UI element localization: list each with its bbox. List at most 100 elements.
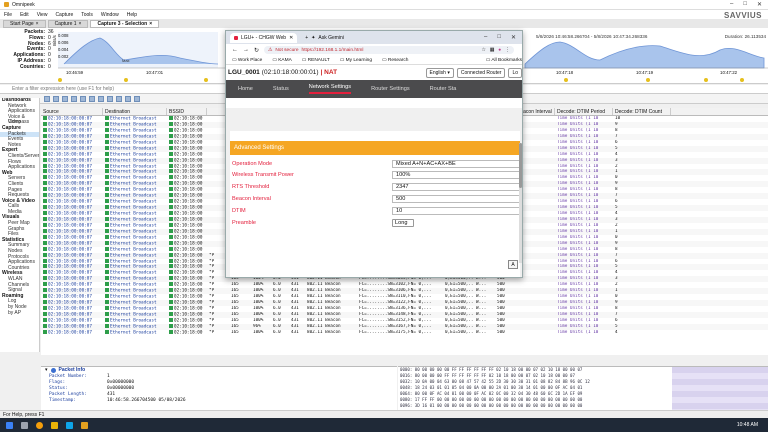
profile-icon[interactable]: ●: [498, 48, 501, 53]
bookmark-item[interactable]: ▭ My Learning: [340, 58, 372, 63]
setting-input[interactable]: Mixed A+N+AC+AX+BE: [392, 159, 520, 168]
toolbar-button[interactable]: [53, 95, 59, 102]
back-icon[interactable]: ←: [232, 47, 238, 53]
toolbar-button[interactable]: [125, 95, 131, 102]
bookmark-star-icon[interactable]: ☆: [481, 48, 485, 53]
cell-text: 7: [615, 252, 618, 258]
app-icon[interactable]: [81, 421, 88, 429]
event-dot[interactable]: [124, 78, 128, 82]
apply-button[interactable]: A: [508, 260, 518, 269]
menu-item-capture[interactable]: Capture: [55, 12, 73, 18]
menu-icon[interactable]: ⋮: [505, 48, 510, 53]
section-header: Advanced Settings: [230, 141, 520, 155]
toolbar-button[interactable]: [89, 95, 95, 102]
event-dot[interactable]: [58, 78, 62, 82]
event-dot[interactable]: [646, 78, 650, 82]
toolbar-button[interactable]: [134, 95, 140, 102]
extension-icon[interactable]: ▦: [490, 48, 495, 53]
maximize-icon[interactable]: □: [497, 34, 501, 41]
router-nav-network-settings[interactable]: Network Settings: [308, 84, 352, 94]
filter-input[interactable]: Enter a filter expression here (use F1 f…: [12, 86, 114, 92]
mail-icon[interactable]: [66, 421, 73, 429]
event-dot[interactable]: [564, 78, 568, 82]
menu-item-tools[interactable]: Tools: [81, 12, 93, 18]
table-row[interactable]: 02:10:18:00:00:07 Ethernet Broadcast 02:10…: [41, 329, 768, 336]
close-tab-icon[interactable]: ×: [79, 21, 82, 27]
doc-tab[interactable]: Start Page ×: [3, 19, 46, 28]
column-header[interactable]: BSSID: [167, 108, 207, 115]
minimize-icon[interactable]: –: [484, 34, 487, 41]
column-header[interactable]: Decode: DTIM Count: [613, 108, 671, 115]
setting-input[interactable]: 2347: [392, 182, 520, 191]
menu-item-view[interactable]: View: [37, 12, 48, 18]
cell-text: Ethernet Broadcast: [110, 223, 157, 229]
maximize-icon[interactable]: □: [743, 1, 747, 8]
browser-tab-active[interactable]: LGU+ - CHGW Web ✕: [230, 32, 298, 43]
toolbar-button[interactable]: [80, 95, 86, 102]
bookmark-item[interactable]: ▭ KAMA: [272, 58, 291, 63]
address-bar[interactable]: ⚠ Not secure https://192.168.1.1/main.ht…: [264, 46, 514, 54]
router-nav-router-settings[interactable]: Router Settings: [371, 86, 410, 92]
sidebar-item[interactable]: by AP: [0, 310, 39, 317]
browser-icon[interactable]: [36, 421, 43, 429]
bookmark-item[interactable]: ▭ RENAULT: [302, 58, 330, 63]
node-icon: [43, 121, 47, 126]
close-icon[interactable]: ✕: [757, 1, 762, 8]
close-tab-icon[interactable]: ✕: [289, 35, 293, 41]
event-dot[interactable]: [704, 78, 708, 82]
plus-icon[interactable]: +: [305, 35, 308, 41]
menu-item-file[interactable]: File: [4, 12, 12, 18]
doc-tab[interactable]: Capture 3 - Selection ×: [90, 19, 160, 28]
language-select[interactable]: English ▾: [425, 67, 454, 78]
router-nav-router-sta[interactable]: Router Sta: [430, 86, 457, 92]
scrollbar-thumb[interactable]: [519, 143, 522, 188]
node-icon: [169, 323, 173, 328]
event-dot[interactable]: [204, 78, 208, 82]
reload-icon[interactable]: ↻: [254, 47, 259, 54]
taskbar-clock[interactable]: 10:48 AM: [737, 422, 768, 428]
menu-item-help[interactable]: Help: [127, 12, 137, 18]
toolbar-button[interactable]: [107, 95, 113, 102]
toolbar-button[interactable]: [116, 95, 122, 102]
preamble-select[interactable]: Long: [392, 218, 414, 227]
app-titlebar: Omnipeek – □ ✕: [0, 0, 768, 10]
connected-router-button[interactable]: Connected Router: [456, 67, 506, 78]
column-header[interactable]: Source: [41, 108, 103, 115]
node-icon: [169, 216, 173, 221]
doc-tab[interactable]: Capture 1 ×: [47, 19, 89, 28]
close-tab-icon[interactable]: ×: [36, 21, 39, 27]
setting-input[interactable]: 10: [392, 206, 520, 215]
menu-item-window[interactable]: Window: [101, 12, 119, 18]
bookmark-item[interactable]: ▭ All Bookmarks: [486, 58, 522, 63]
router-nav-home[interactable]: Home: [238, 86, 253, 92]
browser-tab-gemini[interactable]: + ✦ Ask Gemini: [301, 33, 348, 43]
toolbar-button[interactable]: [62, 95, 68, 102]
setting-input[interactable]: 100%: [392, 170, 520, 179]
column-header[interactable]: Destination: [103, 108, 167, 115]
event-dot[interactable]: [740, 78, 744, 82]
sidebar-group-header[interactable]: Voice & Video: [0, 198, 39, 205]
toolbar-button[interactable]: [71, 95, 77, 102]
node-icon: [169, 300, 173, 305]
minimize-icon[interactable]: –: [730, 1, 733, 8]
node-icon: [105, 258, 109, 263]
content-scrollbar[interactable]: [519, 143, 522, 263]
search-icon[interactable]: [21, 421, 28, 429]
bookmark-item[interactable]: ▭ Work Place: [232, 58, 262, 63]
toolbar-button[interactable]: [98, 95, 104, 102]
logout-button[interactable]: Lo: [508, 67, 522, 78]
toolbar-button[interactable]: [44, 95, 50, 102]
folder-icon[interactable]: [51, 421, 58, 429]
forward-icon[interactable]: →: [243, 47, 249, 53]
close-tab-icon[interactable]: ×: [149, 21, 152, 27]
router-nav-status[interactable]: Status: [273, 86, 289, 92]
cell-text: 02:10:18:00: [174, 229, 203, 235]
expand-icon[interactable]: ▾: [45, 367, 48, 374]
column-header[interactable]: Decode: DTIM Period: [555, 108, 613, 115]
menu-item-edit[interactable]: Edit: [20, 12, 29, 18]
close-icon[interactable]: ✕: [511, 34, 516, 41]
start-icon[interactable]: [6, 421, 13, 429]
setting-input[interactable]: 500: [392, 194, 520, 203]
url-text[interactable]: https://192.168.1.1/main.html: [302, 48, 364, 53]
bookmark-item[interactable]: ▭ Research: [382, 58, 408, 63]
